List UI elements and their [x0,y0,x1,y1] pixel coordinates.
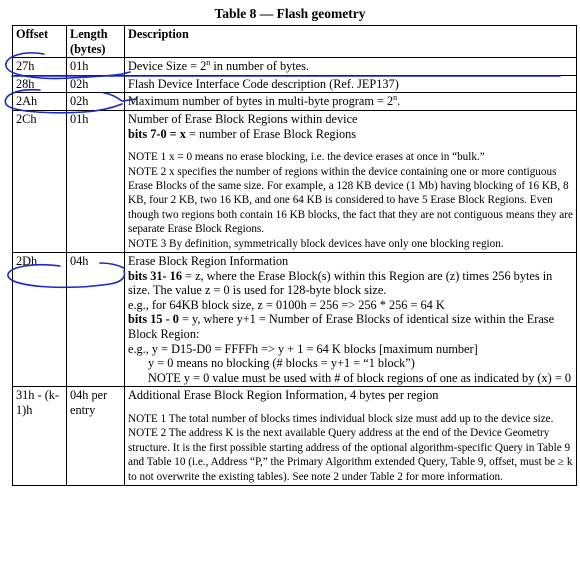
header-offset: Offset [12,24,67,59]
description-cell: Flash Device Interface Code description … [124,74,577,94]
table-title: Table 8 — Flash geometry [214,6,366,21]
note-1: NOTE 1 The total number of blocks times … [128,412,554,425]
bits-label: bits 31- 16 [128,268,182,283]
header-description: Description [124,24,577,59]
description-cell: Number of Erase Block Regions within dev… [124,109,577,254]
length-cell: 02h [66,92,125,111]
desc-line: y = 0 means no blocking (# blocks = y+1 … [148,356,415,371]
desc-line: e.g., y = D15-D0 = FFFFh => y + 1 = 64 K… [128,341,478,356]
table-row-2ah: 2Ah 02h Maximum number of bytes in multi… [12,92,577,111]
flash-geometry-table: Offset Length (bytes) Description 27h 01… [12,24,577,486]
offset-cell: 31h - (k-1)h [12,386,67,486]
desc-line: e.g., for 64KB block size, z = 0100h = 2… [128,297,445,312]
note-1: NOTE 1 x = 0 means no erase blocking, i.… [128,151,485,164]
header-row: Offset Length (bytes) Description [12,24,577,59]
table-row-2ch: 2Ch 01h Number of Erase Block Regions wi… [12,109,577,254]
desc-text: . [397,94,401,109]
desc-text: = z, where the Erase Block(s) within thi… [128,268,553,298]
table-row-28h: 28h 02h Flash Device Interface Code desc… [12,74,577,94]
note-2: NOTE 2 The address K is the next availab… [128,427,573,483]
bits-label: bits 7-0 = x [128,126,186,141]
length-cell: 04h per entry [66,386,125,486]
description-cell: Maximum number of bytes in multi-byte pr… [124,92,577,111]
desc-line: Additional Erase Block Region Informatio… [128,388,439,403]
offset-cell: 2Dh [12,251,67,388]
header-length: Length (bytes) [66,24,125,59]
table-row-2dh: 2Dh 04h Erase Block Region Information b… [12,251,577,388]
description-cell: Erase Block Region Information bits 31- … [124,251,577,388]
desc-text: Maximum number of bytes in multi-byte pr… [128,94,394,109]
desc-line: Erase Block Region Information [128,254,289,268]
table-row-31h: 31h - (k-1)h 04h per entry Additional Er… [12,386,577,486]
offset-cell: 27h [12,57,67,76]
offset-cell: 2Ch [12,109,67,254]
desc-line: Number of Erase Block Regions within dev… [128,111,358,126]
desc-line: NOTE y = 0 value must be used with # of … [148,370,571,385]
desc-text: in number of bytes. [210,59,309,74]
note-3: NOTE 3 By definition, symmetrically bloc… [128,237,504,250]
desc-line: bits 7-0 = x = number of Erase Block Reg… [128,127,573,142]
description-cell: Device Size = 2n in number of bytes. [124,57,577,76]
length-cell: 04h [66,251,125,388]
desc-line: bits 15 - 0 = y, where y+1 = Number of E… [128,312,573,341]
length-cell: 02h [66,74,125,94]
length-cell: 01h [66,57,125,76]
offset-cell: 2Ah [12,92,67,111]
desc-line: bits 31- 16 = z, where the Erase Block(s… [128,269,573,298]
desc-text: = number of Erase Block Regions [185,126,357,141]
description-cell: Additional Erase Block Region Informatio… [124,386,577,486]
bits-label: bits 15 - 0 [128,312,179,327]
offset-cell: 28h [12,74,67,94]
desc-text: = y, where y+1 = Number of Erase Blocks … [128,312,555,341]
desc-text: Device Size = 2 [128,59,207,74]
note-2: NOTE 2 x specifies the number of regions… [128,165,573,236]
table-row-27h: 27h 01h Device Size = 2n in number of by… [12,57,577,76]
length-cell: 01h [66,109,125,254]
